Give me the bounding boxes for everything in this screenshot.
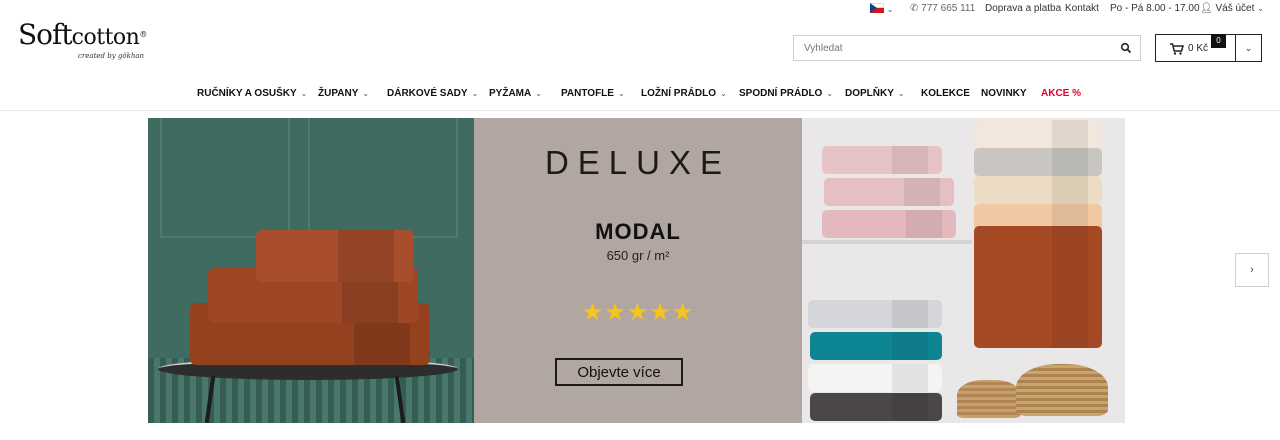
folded-towel: [810, 332, 942, 360]
cart-total: 0 Kč: [1188, 43, 1209, 54]
folded-towel: [822, 210, 956, 238]
phone-icon: ✆: [910, 3, 919, 14]
folded-towel: [808, 364, 942, 392]
wicker-basket: [1016, 364, 1108, 416]
shipping-link[interactable]: Doprava a platba: [985, 3, 1061, 15]
phone-link[interactable]: ✆ 777 665 111: [910, 3, 975, 15]
logo-tagline: created by gökhan: [78, 52, 145, 60]
hero-photo-towel-shelves: [802, 118, 1125, 423]
nav-item-new[interactable]: NOVINKY: [981, 88, 1027, 99]
header-divider: [0, 110, 1280, 111]
nav-item-label: DOPLŇKY: [845, 88, 894, 99]
nav-item-label: RUČNÍKY A OSUŠKY: [197, 88, 297, 99]
nav-item-collections[interactable]: KOLEKCE: [921, 88, 970, 99]
nav-item-label: PYŽAMA: [489, 88, 532, 99]
nav-item-gift-sets[interactable]: DÁRKOVÉ SADY ⌄: [387, 88, 478, 99]
contact-link[interactable]: Kontakt: [1065, 3, 1099, 15]
hero-product-weight: 650 gr / m²: [606, 248, 670, 263]
chevron-down-icon: ⌄: [535, 89, 542, 98]
hero-banner[interactable]: DELUXE MODAL 650 gr / m² ★★★★★ Objevte v…: [148, 118, 1125, 423]
cart-button[interactable]: 0 Kč 0: [1155, 34, 1236, 62]
user-icon: 👤︎: [1200, 3, 1213, 14]
logo-wordmark: Softcotton®: [18, 18, 147, 55]
nav-item-label: ŽUPANY: [318, 88, 359, 99]
hero-photo-towels-on-table: [148, 118, 474, 423]
nav-item-sale[interactable]: AKCE %: [1041, 88, 1081, 99]
logo-word-cotton: cotton: [71, 25, 140, 50]
account-menu[interactable]: 👤︎ Váš účet ⌄: [1200, 3, 1264, 15]
nav-item-label: AKCE %: [1041, 88, 1082, 99]
chevron-down-icon: ⌄: [1257, 4, 1264, 13]
nav-item-label: KOLEKCE: [921, 88, 970, 99]
rating-stars: ★★★★★: [581, 299, 695, 326]
language-selector[interactable]: ⌄: [870, 3, 893, 16]
search-input[interactable]: [794, 36, 1104, 60]
chevron-down-icon: ⌄: [826, 89, 834, 98]
folded-towel: [974, 176, 1102, 204]
chevron-right-icon: ›: [1250, 264, 1254, 276]
folded-towel: [256, 230, 414, 282]
opening-hours: Po - Pá 8.00 - 17.00: [1110, 3, 1200, 14]
hero-product-name: MODAL: [595, 219, 681, 244]
nav-item-towels[interactable]: RUČNÍKY A OSUŠKY ⌄: [197, 88, 307, 99]
folded-towel: [808, 300, 942, 328]
search-box: [793, 35, 1141, 61]
folded-towel: [824, 178, 954, 206]
czech-flag-icon: [870, 3, 884, 13]
nav-item-accessories[interactable]: DOPLŇKY ⌄: [845, 88, 905, 99]
logo-word-soft: Soft: [18, 18, 73, 51]
wicker-basket: [957, 380, 1021, 418]
bathroom-shelf: [802, 240, 972, 244]
logo-registered-mark: ®: [139, 30, 147, 39]
site-logo[interactable]: Softcotton® created by gökhan: [18, 18, 148, 62]
main-navigation: RUČNÍKY A OSUŠKY ⌄ ŽUPANY ⌄ DÁRKOVÉ SADY ⌄ …: [0, 84, 1280, 104]
nav-item-slippers[interactable]: PANTOFLE ⌄: [561, 88, 625, 99]
hero-headline: DELUXE: [544, 144, 732, 181]
nav-item-label: SPODNÍ PRÁDLO: [739, 88, 823, 99]
nav-item-bathrobes[interactable]: ŽUPANY ⌄: [318, 88, 369, 99]
hero-text-panel: DELUXE MODAL 650 gr / m² ★★★★★ Objevte v…: [474, 118, 802, 423]
slider-next-button[interactable]: ›: [1235, 253, 1269, 287]
nav-item-underwear[interactable]: SPODNÍ PRÁDLO ⌄: [739, 88, 833, 99]
nav-item-label: PANTOFLE: [561, 88, 614, 99]
top-utility-bar: ⌄ ✆ 777 665 111 Doprava a platba Kontakt…: [0, 0, 1280, 18]
account-label: Váš účet: [1215, 3, 1255, 14]
nav-item-bed-linen[interactable]: LOŽNÍ PRÁDLO ⌄: [641, 88, 727, 99]
chevron-down-icon: ⌄: [886, 5, 894, 14]
phone-number: 777 665 111: [921, 3, 976, 14]
chevron-down-icon: ⌄: [1244, 43, 1253, 53]
cart-icon: [1170, 43, 1184, 55]
discover-more-button[interactable]: Objevte více: [555, 358, 683, 386]
nav-item-pyjamas[interactable]: PYŽAMA ⌄: [489, 88, 542, 99]
folded-towel: [810, 393, 942, 421]
folded-towel: [822, 146, 942, 174]
folded-towel: [974, 120, 1102, 148]
nav-item-label: LOŽNÍ PRÁDLO: [641, 88, 716, 99]
nav-item-label: DÁRKOVÉ SADY: [387, 88, 468, 99]
chevron-down-icon: ⌄: [471, 89, 479, 98]
hanging-towel: [974, 226, 1102, 348]
cart-dropdown-toggle[interactable]: ⌄: [1235, 34, 1262, 62]
nav-item-label: NOVINKY: [981, 88, 1027, 99]
search-icon[interactable]: [1120, 42, 1132, 54]
chevron-down-icon: ⌄: [362, 89, 370, 98]
cart-count-badge: 0: [1211, 34, 1226, 48]
wall-panel: [160, 118, 290, 238]
chevron-down-icon: ⌄: [617, 89, 625, 98]
wall-panel: [308, 118, 458, 238]
folded-towel: [974, 148, 1102, 176]
chevron-down-icon: ⌄: [300, 89, 308, 98]
chevron-down-icon: ⌄: [720, 89, 727, 98]
chevron-down-icon: ⌄: [897, 89, 905, 98]
